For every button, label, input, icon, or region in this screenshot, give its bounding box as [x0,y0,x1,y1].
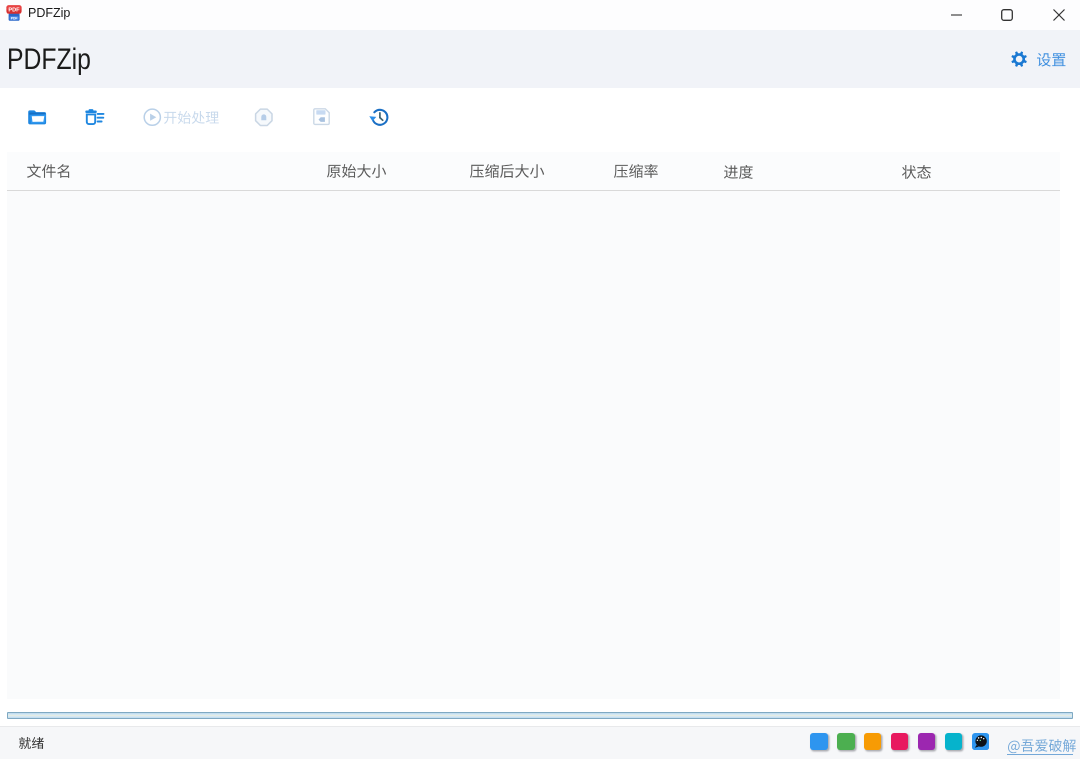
svg-text:PDF: PDF [11,16,18,20]
svg-text:PDF: PDF [8,8,20,14]
